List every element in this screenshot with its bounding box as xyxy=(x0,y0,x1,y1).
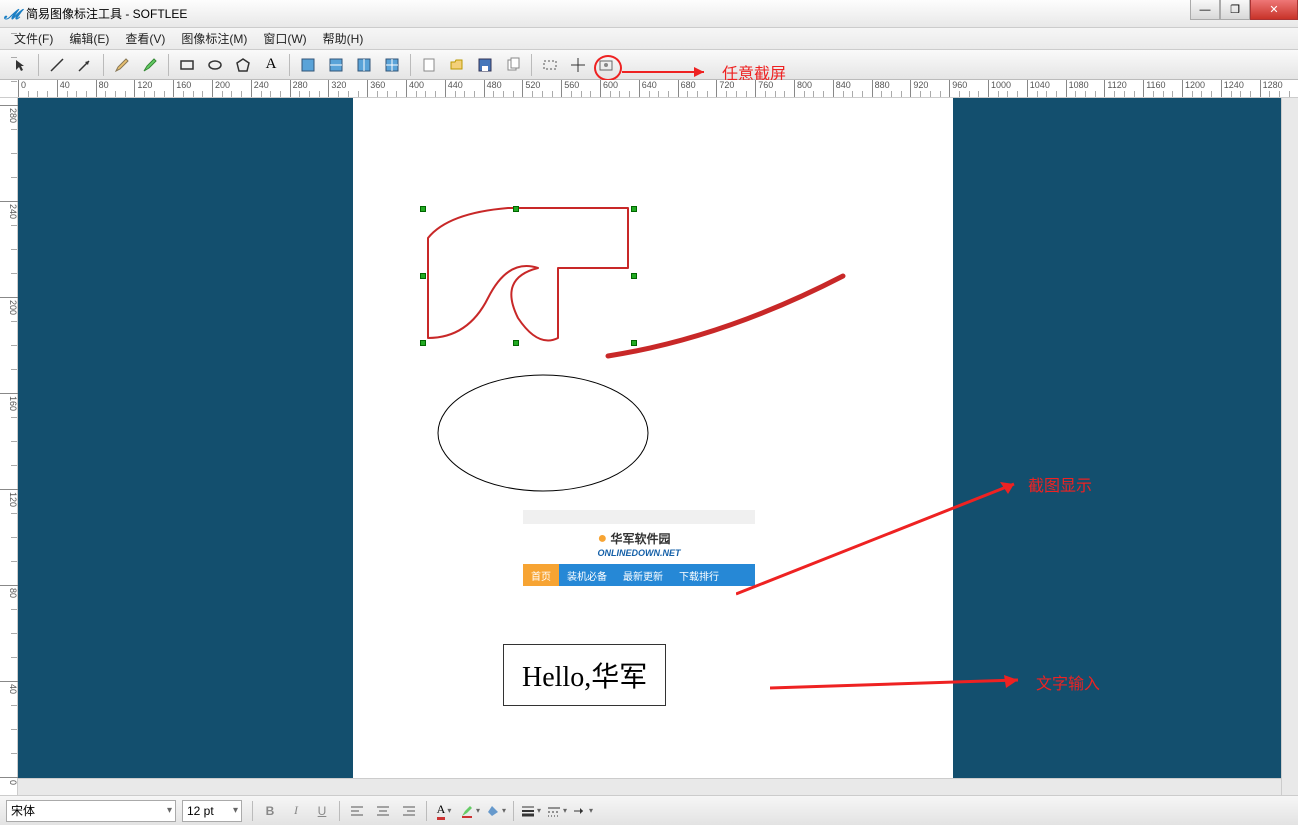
pencil-tool[interactable] xyxy=(109,53,135,77)
vertical-scrollbar[interactable] xyxy=(1281,98,1298,795)
polygon-tool[interactable] xyxy=(230,53,256,77)
canvas-page[interactable]: ● 华军软件园 ONLINEDOWN.NET 首页 装机必备 最新更新 下载排行… xyxy=(353,98,953,790)
ruler-horizontal: 0408012016020024028032036040044048052056… xyxy=(0,80,1298,98)
text-tool[interactable]: A xyxy=(258,53,284,77)
ruler-vertical: 04080120160200240280 xyxy=(0,98,18,795)
annotation-label-screenshot: 截图显示 xyxy=(1028,472,1092,496)
menu-file[interactable]: 文件(F) xyxy=(6,28,61,49)
line-style-button[interactable] xyxy=(545,800,569,822)
line-tool[interactable] xyxy=(44,53,70,77)
selection-handle[interactable] xyxy=(631,206,637,212)
app-icon: 𝓜 xyxy=(4,6,20,22)
menu-bar: 文件(F) 编辑(E) 查看(V) 图像标注(M) 窗口(W) 帮助(H) xyxy=(0,28,1298,50)
align-left-button[interactable] xyxy=(345,800,369,822)
close-button[interactable]: ✕ xyxy=(1250,0,1298,20)
annotation-label-textinput: 文字输入 xyxy=(1036,670,1100,694)
highlighter-tool[interactable] xyxy=(137,53,163,77)
drawing-brushstroke[interactable] xyxy=(603,268,853,368)
stamp3-tool[interactable] xyxy=(351,53,377,77)
menu-window[interactable]: 窗口(W) xyxy=(255,28,314,49)
screenshot-nav: 首页 装机必备 最新更新 下载排行 xyxy=(523,564,755,586)
drawing-ellipse[interactable] xyxy=(433,368,653,498)
minimize-button[interactable]: — xyxy=(1190,0,1220,20)
stamp1-tool[interactable] xyxy=(295,53,321,77)
font-name-combo[interactable]: 宋体 xyxy=(6,800,176,822)
underline-button[interactable]: U xyxy=(310,800,334,822)
horizontal-scrollbar[interactable] xyxy=(18,778,1281,795)
save-button[interactable] xyxy=(472,53,498,77)
italic-button[interactable]: I xyxy=(284,800,308,822)
stamp4-tool[interactable] xyxy=(379,53,405,77)
text-annotation[interactable]: Hello,华军 xyxy=(503,644,666,706)
capture-region-tool[interactable] xyxy=(537,53,563,77)
title-bar: 𝓜 简易图像标注工具 - SOFTLEE — ❐ ✕ xyxy=(0,0,1298,28)
new-button[interactable] xyxy=(416,53,442,77)
pasted-screenshot[interactable]: ● 华军软件园 ONLINEDOWN.NET 首页 装机必备 最新更新 下载排行 xyxy=(523,510,755,586)
menu-view[interactable]: 查看(V) xyxy=(117,28,173,49)
maximize-button[interactable]: ❐ xyxy=(1220,0,1250,20)
selection-handle[interactable] xyxy=(420,340,426,346)
open-button[interactable] xyxy=(444,53,470,77)
ellipse-tool[interactable] xyxy=(202,53,228,77)
screenshot-header xyxy=(523,510,755,524)
screenshot-logo: ● 华军软件园 ONLINEDOWN.NET xyxy=(523,524,755,564)
menu-annotation[interactable]: 图像标注(M) xyxy=(173,28,255,49)
selection-handle[interactable] xyxy=(420,206,426,212)
toolbar: A xyxy=(0,50,1298,80)
font-size-combo[interactable]: 12 pt xyxy=(182,800,242,822)
annotation-circle xyxy=(594,55,622,81)
align-center-button[interactable] xyxy=(371,800,395,822)
selection-handle[interactable] xyxy=(513,340,519,346)
capture-free-tool[interactable] xyxy=(565,53,591,77)
highlight-color-button[interactable] xyxy=(458,800,482,822)
menu-edit[interactable]: 编辑(E) xyxy=(61,28,117,49)
bold-button[interactable]: B xyxy=(258,800,282,822)
bottom-toolbar: 宋体 12 pt B I U A xyxy=(0,795,1298,825)
selection-handle[interactable] xyxy=(420,273,426,279)
stamp2-tool[interactable] xyxy=(323,53,349,77)
fill-color-button[interactable] xyxy=(484,800,508,822)
arrow-style-button[interactable] xyxy=(571,800,595,822)
selection-handle[interactable] xyxy=(513,206,519,212)
font-color-button[interactable]: A xyxy=(432,800,456,822)
copy-button[interactable] xyxy=(500,53,526,77)
line-weight-button[interactable] xyxy=(519,800,543,822)
menu-help[interactable]: 帮助(H) xyxy=(315,28,372,49)
arrow-tool[interactable] xyxy=(72,53,98,77)
align-right-button[interactable] xyxy=(397,800,421,822)
window-title: 简易图像标注工具 - SOFTLEE xyxy=(26,5,187,22)
rect-tool[interactable] xyxy=(174,53,200,77)
